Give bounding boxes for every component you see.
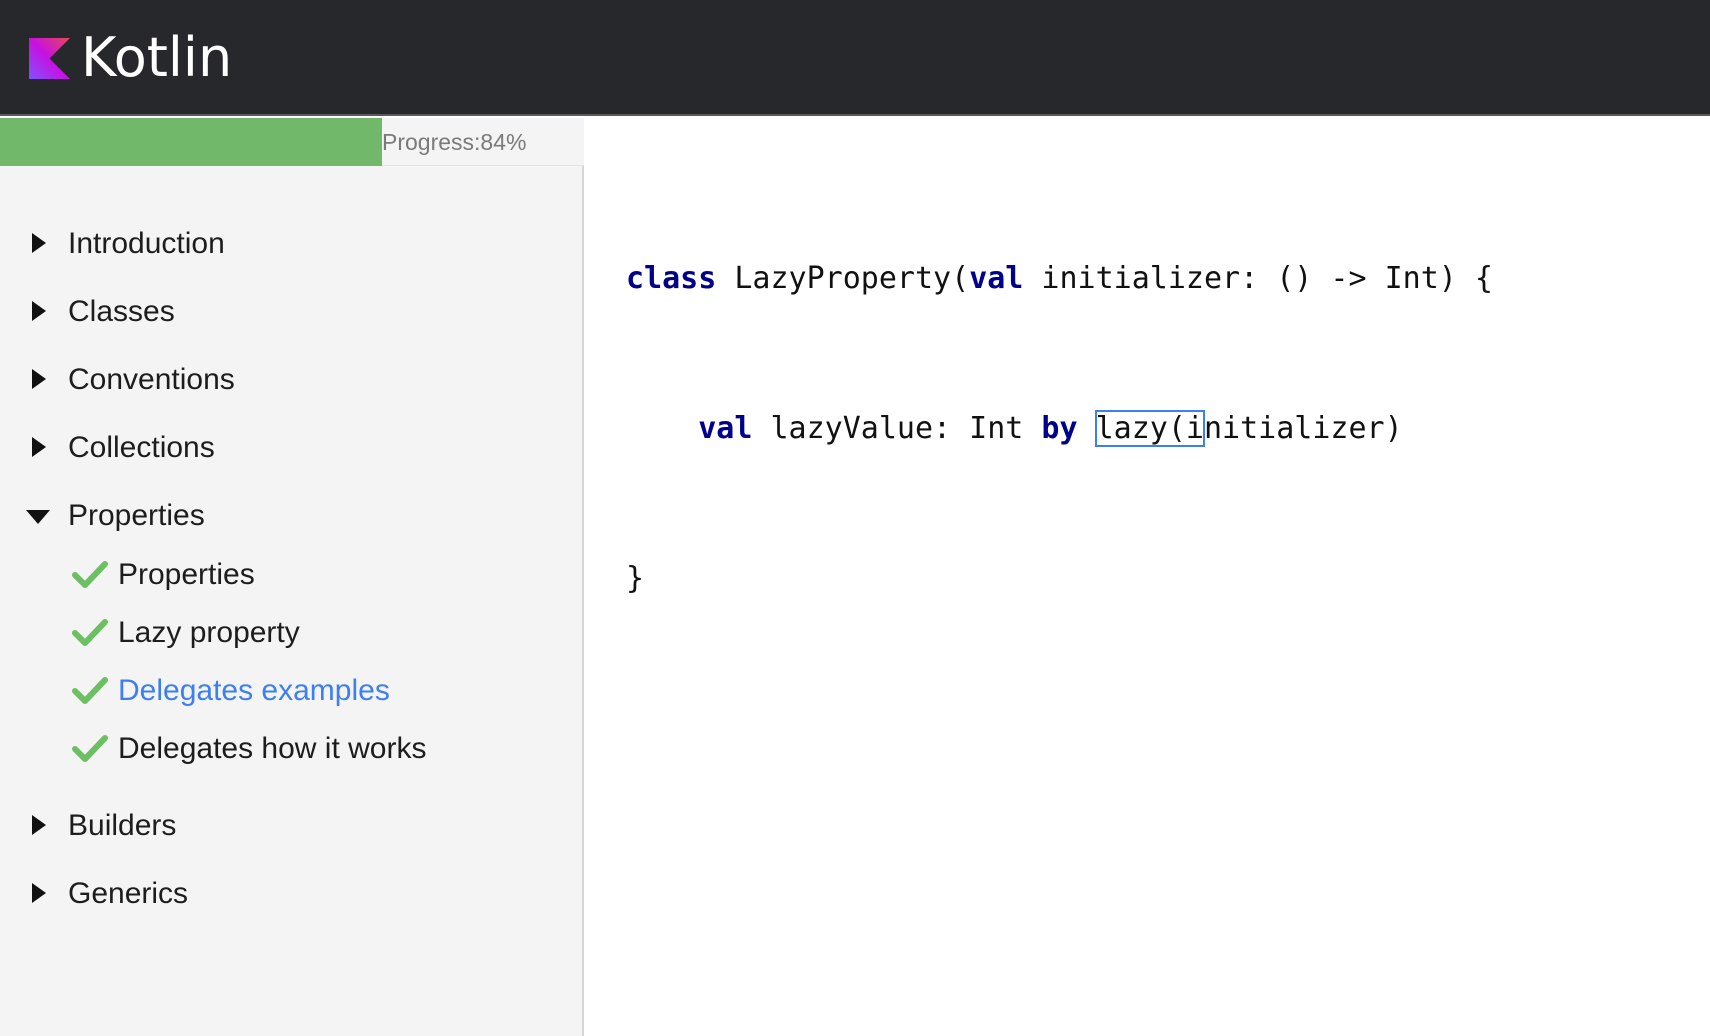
code-text: initializer: () -> Int) {: [1023, 261, 1493, 296]
code-line-2: val lazyValue: Int by lazy(initializer): [626, 404, 1493, 454]
app-header: Kotlin: [0, 0, 1710, 116]
triangle-right-icon: [32, 301, 46, 321]
sidebar: Progress:84% Introduction Classes Conven…: [0, 118, 584, 1036]
progress-fill: [0, 118, 382, 166]
lesson-label-active: Delegates examples: [118, 674, 390, 707]
section-generics[interactable]: Generics: [0, 860, 584, 928]
section-label: Collections: [68, 431, 215, 464]
code-line-1: class LazyProperty(val initializer: () -…: [626, 254, 1493, 304]
code-editor[interactable]: class LazyProperty(val initializer: () -…: [586, 118, 1710, 1036]
section-conventions[interactable]: Conventions: [0, 346, 584, 414]
triangle-right-icon: [32, 815, 46, 835]
kotlin-logo[interactable]: Kotlin: [29, 28, 232, 88]
progress-label: Progress:84%: [382, 129, 527, 155]
section-label: Classes: [68, 295, 175, 328]
checkmark-icon: [72, 676, 108, 706]
code-content[interactable]: class LazyProperty(val initializer: () -…: [626, 154, 1493, 704]
keyword: by: [1041, 411, 1078, 446]
section-label: Properties: [68, 499, 205, 532]
triangle-right-icon: [32, 883, 46, 903]
code-line-3: }: [626, 554, 1493, 604]
section-label: Introduction: [68, 227, 225, 260]
triangle-right-icon: [32, 437, 46, 457]
lesson-label: Properties: [118, 558, 255, 591]
lesson-tree: Introduction Classes Conventions Collect…: [0, 210, 584, 928]
section-builders[interactable]: Builders: [0, 792, 584, 860]
lesson-delegates-examples[interactable]: Delegates examples: [0, 666, 584, 724]
lesson-label: Delegates how it works: [118, 732, 427, 765]
section-label: Builders: [68, 809, 177, 842]
lesson-label: Lazy property: [118, 616, 300, 649]
code-text: lazyValue: Int: [752, 411, 1042, 446]
keyword: class: [626, 261, 717, 296]
keyword: val: [698, 411, 753, 446]
code-text: nitializer): [1203, 411, 1403, 446]
lesson-lazy-property[interactable]: Lazy property: [0, 608, 584, 666]
lesson-delegates-how-it-works[interactable]: Delegates how it works: [0, 724, 584, 792]
section-collections[interactable]: Collections: [0, 414, 584, 482]
highlighted-token[interactable]: lazy(i: [1094, 410, 1205, 447]
section-label: Generics: [68, 877, 189, 910]
triangle-right-icon: [32, 233, 46, 253]
section-label: Conventions: [68, 363, 235, 396]
section-classes[interactable]: Classes: [0, 278, 584, 346]
triangle-right-icon: [32, 369, 46, 389]
triangle-down-icon: [26, 510, 50, 524]
section-properties[interactable]: Properties: [0, 482, 584, 550]
checkmark-icon: [72, 734, 108, 764]
section-introduction[interactable]: Introduction: [0, 210, 584, 278]
keyword: val: [969, 261, 1024, 296]
code-text: LazyProperty(: [716, 261, 970, 296]
lesson-properties[interactable]: Properties: [0, 550, 584, 608]
brand-name: Kotlin: [81, 26, 233, 89]
checkmark-icon: [72, 618, 108, 648]
progress-bar: Progress:84%: [0, 118, 584, 166]
kotlin-logo-icon: [29, 37, 70, 79]
checkmark-icon: [72, 560, 108, 590]
code-text: }: [626, 561, 645, 596]
